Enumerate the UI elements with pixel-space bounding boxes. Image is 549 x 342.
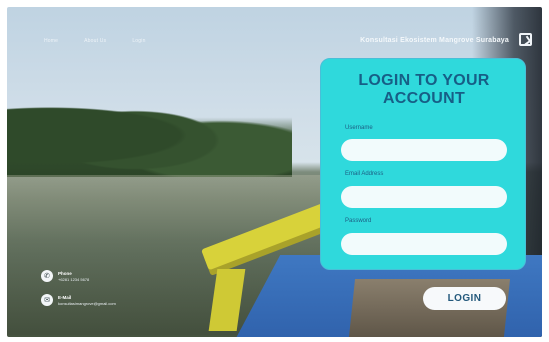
- nav-home[interactable]: Home: [44, 38, 58, 44]
- email-value: konsultasimangrove@gmail.com: [58, 300, 116, 306]
- contact-phone: ✆ Phone +6281 1234 5678: [41, 270, 89, 282]
- top-nav: Home About Us Login: [44, 38, 146, 44]
- password-label: Password: [345, 218, 372, 224]
- login-title-line2: ACCOUNT: [382, 90, 466, 107]
- email-input[interactable]: [341, 186, 507, 208]
- login-title-line1: LOGIN TO YOUR: [358, 72, 490, 89]
- contact-email: ✉ E-Mail konsultasimangrove@gmail.com: [41, 294, 116, 306]
- login-title: LOGIN TO YOUR ACCOUNT: [321, 72, 527, 108]
- mangrove-trees: [7, 85, 292, 177]
- password-input[interactable]: [341, 233, 507, 255]
- brand-name: Konsultasi Ekosistem Mangrove Surabaya: [360, 37, 509, 44]
- username-input[interactable]: [341, 139, 507, 161]
- login-button[interactable]: LOGIN: [423, 287, 506, 310]
- username-label: Username: [345, 125, 373, 131]
- email-icon: ✉: [41, 294, 53, 306]
- nav-about[interactable]: About Us: [84, 38, 106, 44]
- nav-login[interactable]: Login: [132, 38, 145, 44]
- login-card: LOGIN TO YOUR ACCOUNT Username Email Add…: [320, 58, 526, 270]
- phone-icon: ✆: [41, 270, 53, 282]
- email-label: Email Address: [345, 171, 384, 177]
- phone-value: +6281 1234 5678: [58, 276, 90, 282]
- logo-icon: [519, 33, 532, 46]
